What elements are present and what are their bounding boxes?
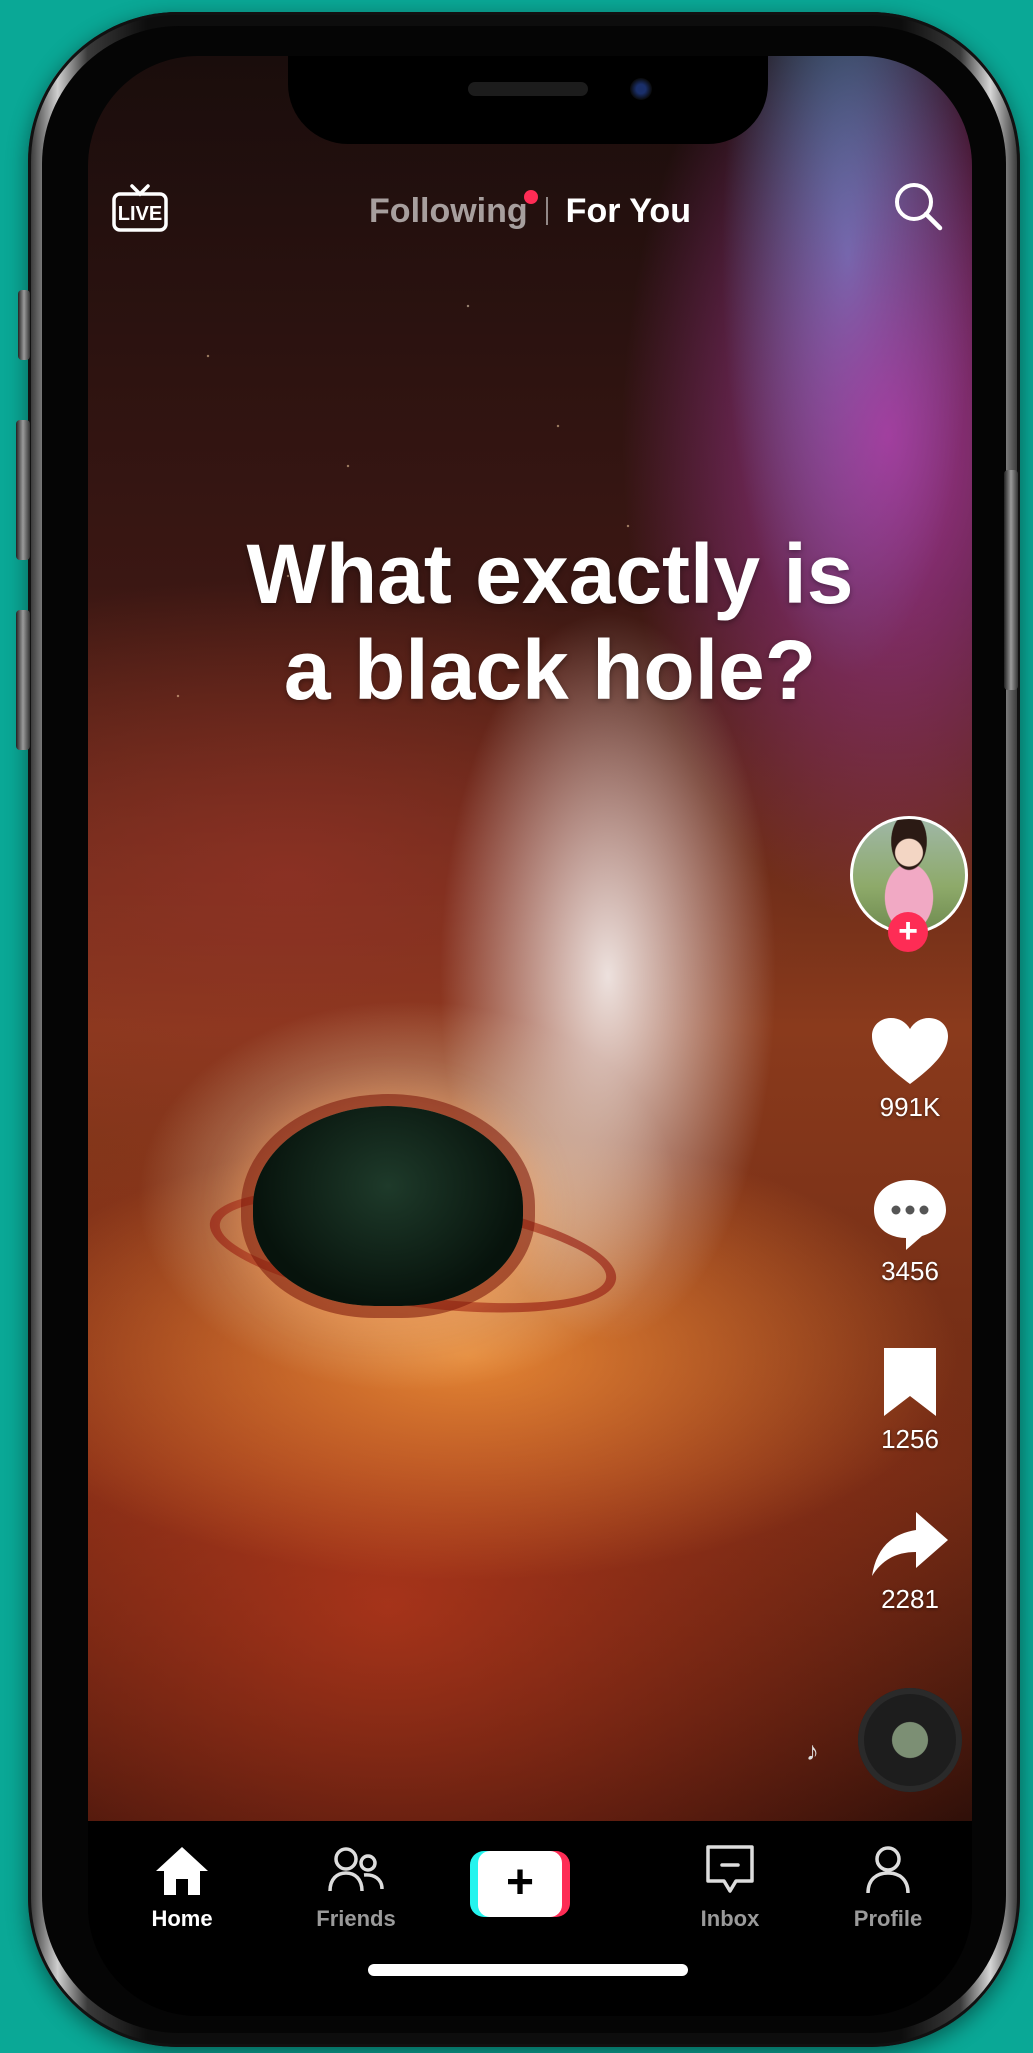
notification-dot bbox=[523, 189, 538, 204]
volume-down-button bbox=[16, 610, 30, 750]
nav-friends-label: Friends bbox=[316, 1906, 396, 1931]
notch bbox=[288, 56, 768, 144]
nav-profile[interactable]: Profile bbox=[818, 1843, 958, 1932]
create-button[interactable]: + bbox=[470, 1851, 570, 1917]
stage: What exactly is a black hole? LIVE Follo… bbox=[0, 0, 1033, 2053]
home-indicator[interactable] bbox=[368, 1964, 688, 1976]
share-arrow-icon bbox=[872, 1512, 948, 1576]
nav-inbox-label: Inbox bbox=[700, 1906, 760, 1931]
nav-inbox[interactable]: Inbox bbox=[660, 1843, 800, 1932]
video-caption: What exactly is a black hole? bbox=[88, 526, 972, 718]
comment-icon bbox=[874, 1180, 946, 1250]
tab-following[interactable]: Following bbox=[351, 189, 546, 231]
feed-tabs: Following For You bbox=[88, 186, 972, 236]
heart-icon bbox=[872, 1018, 948, 1084]
friends-icon bbox=[328, 1847, 384, 1892]
tab-for-you-label: For You bbox=[565, 191, 691, 230]
share-count: 2281 bbox=[881, 1584, 939, 1614]
music-note-icon: ♪ bbox=[806, 1736, 819, 1766]
profile-icon bbox=[866, 1846, 910, 1894]
bottom-nav: Home Friends + Inbox Profile bbox=[88, 1821, 972, 2016]
caption-line-2: a black hole? bbox=[283, 623, 817, 717]
comment-action[interactable]: 3456 bbox=[850, 1176, 970, 1287]
screen: What exactly is a black hole? LIVE Follo… bbox=[88, 56, 972, 2016]
music-disc[interactable] bbox=[858, 1688, 962, 1792]
inbox-icon bbox=[706, 1845, 754, 1893]
follow-plus-icon[interactable]: + bbox=[888, 912, 928, 952]
speaker bbox=[468, 82, 588, 96]
like-count: 991K bbox=[879, 1092, 941, 1122]
bookmark-icon bbox=[884, 1348, 936, 1416]
volume-up-button bbox=[16, 420, 30, 560]
search-icon[interactable] bbox=[888, 176, 948, 236]
share-action[interactable]: 2281 bbox=[850, 1508, 970, 1615]
mute-switch bbox=[18, 290, 30, 360]
stars bbox=[88, 56, 972, 1821]
like-action[interactable]: 991K bbox=[850, 1016, 970, 1123]
tab-for-you[interactable]: For You bbox=[548, 192, 709, 231]
nav-profile-label: Profile bbox=[853, 1906, 923, 1931]
camera-icon bbox=[630, 78, 652, 100]
video-background[interactable] bbox=[88, 56, 972, 1821]
comment-count: 3456 bbox=[881, 1256, 939, 1286]
save-action[interactable]: 1256 bbox=[850, 1344, 970, 1455]
save-count: 1256 bbox=[881, 1424, 939, 1454]
caption-line-1: What exactly is bbox=[246, 527, 854, 621]
nav-friends[interactable]: Friends bbox=[286, 1843, 426, 1932]
black-hole bbox=[253, 1106, 523, 1306]
home-icon bbox=[156, 1847, 208, 1895]
tab-following-label: Following bbox=[369, 191, 528, 230]
nav-home[interactable]: Home bbox=[112, 1843, 252, 1932]
plus-icon: + bbox=[478, 1851, 562, 1917]
nav-home-label: Home bbox=[151, 1906, 213, 1931]
power-button bbox=[1004, 470, 1018, 690]
